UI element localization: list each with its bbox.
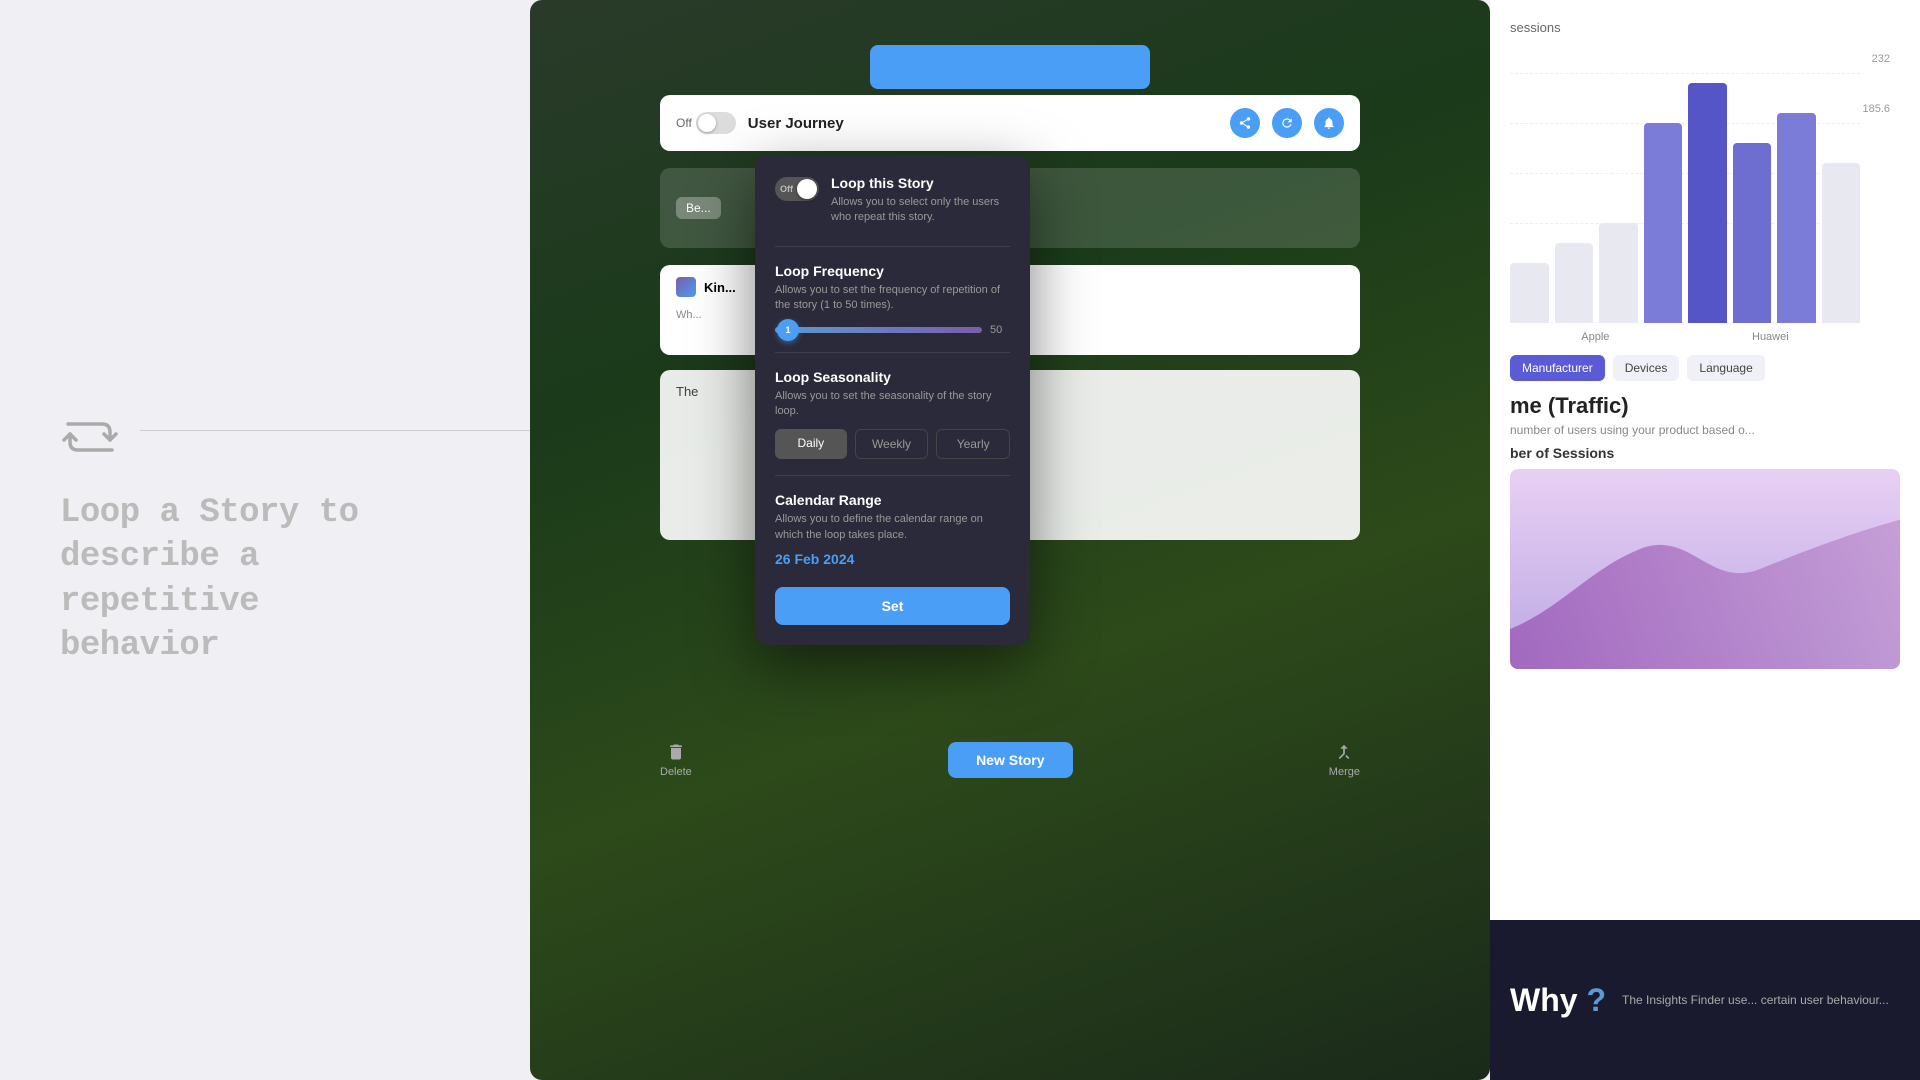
bell-icon-btn[interactable]	[1314, 108, 1344, 138]
slider-max-label: 50	[990, 324, 1010, 336]
seasonality-buttons: Daily Weekly Yearly	[775, 429, 1010, 459]
divider-3	[775, 475, 1010, 476]
toggle-thumb	[698, 114, 716, 132]
y-axis-mid: 185.6	[1862, 103, 1890, 115]
top-action-button[interactable]	[870, 45, 1150, 89]
traffic-description: number of users using your product based…	[1510, 423, 1900, 437]
grid-line-1	[1510, 73, 1860, 74]
bar-8	[1822, 163, 1861, 323]
bar-6	[1733, 143, 1772, 323]
user-journey-bar: Off User Journey	[660, 95, 1360, 151]
loop-this-story-desc: Allows you to select only the users who …	[831, 195, 1010, 226]
tab-language-label: Language	[1699, 361, 1752, 375]
calendar-range-desc: Allows you to define the calendar range …	[775, 512, 1010, 543]
why-section: Why ? The Insights Finder use... certain…	[1490, 920, 1920, 1080]
kinsta-name: Kin...	[704, 280, 736, 295]
loop-this-story-title: Loop this Story	[831, 175, 1010, 191]
toggle-off-label: Off	[676, 116, 692, 130]
chart-x-labels: Apple Huawei	[1510, 331, 1860, 343]
refresh-icon-btn[interactable]	[1272, 108, 1302, 138]
delete-label: Delete	[660, 766, 692, 778]
story-pill[interactable]: Be...	[676, 197, 721, 219]
loop-seasonality-section: Loop Seasonality Allows you to set the s…	[775, 369, 1010, 460]
loop-frequency-slider[interactable]: 1	[775, 327, 982, 333]
tab-manufacturer[interactable]: Manufacturer	[1510, 355, 1605, 381]
tab-row: Manufacturer Devices Language	[1510, 355, 1900, 381]
loop-this-story-section: Off Loop this Story Allows you to select…	[775, 175, 1010, 226]
season-weekly-button[interactable]: Weekly	[855, 429, 929, 459]
tab-devices[interactable]: Devices	[1613, 355, 1680, 381]
calendar-date[interactable]: 26 Feb 2024	[775, 551, 1010, 567]
toggle-track[interactable]	[696, 112, 736, 134]
story-pill-label: Be...	[686, 201, 711, 215]
kinsta-description: Wh...	[676, 309, 702, 321]
analytics-panel: sessions 232 185.6 Apple Huawei Ma	[1490, 0, 1920, 1080]
bar-1	[1510, 263, 1549, 323]
why-description: The Insights Finder use... certain user …	[1622, 991, 1889, 1009]
loop-slider-row: 1 50	[775, 324, 1010, 336]
bar-3	[1599, 223, 1638, 323]
sessions-sub-label: ber of Sessions	[1510, 445, 1900, 461]
why-text-main: Why	[1510, 982, 1586, 1018]
tab-manufacturer-label: Manufacturer	[1522, 361, 1593, 375]
calendar-range-section: Calendar Range Allows you to define the …	[775, 492, 1010, 567]
top-bar	[730, 45, 1290, 95]
loop-toggle-area[interactable]: Off	[775, 177, 819, 201]
season-daily-button[interactable]: Daily	[775, 429, 847, 459]
loop-frequency-title: Loop Frequency	[775, 263, 1010, 279]
divider-2	[775, 352, 1010, 353]
loop-frequency-desc: Allows you to set the frequency of repet…	[775, 283, 1010, 314]
y-axis-top: 232	[1872, 53, 1890, 65]
set-button[interactable]: Set	[775, 587, 1010, 625]
title-line-2: describe a repetitive	[60, 538, 259, 620]
loop-toggle-track[interactable]: Off	[775, 177, 819, 201]
season-yearly-button[interactable]: Yearly	[936, 429, 1010, 459]
user-journey-title: User Journey	[748, 115, 1218, 132]
bottom-chart-curve	[1510, 509, 1900, 669]
repeat-icon-container	[60, 412, 470, 467]
kinsta-logo	[676, 277, 696, 297]
card-text: The	[676, 384, 698, 399]
slider-thumb: 1	[777, 319, 799, 341]
loop-seasonality-desc: Allows you to set the seasonality of the…	[775, 389, 1010, 420]
loop-frequency-section: Loop Frequency Allows you to set the fre…	[775, 263, 1010, 336]
title-line-1: Loop a Story to	[60, 494, 359, 532]
bar-2	[1555, 243, 1594, 323]
loop-this-story-text: Loop this Story Allows you to select onl…	[831, 175, 1010, 226]
title-line-3: behavior	[60, 627, 219, 665]
bottom-action-bar: Delete New Story Merge	[660, 725, 1360, 795]
repeat-icon	[60, 412, 120, 462]
journey-toggle[interactable]: Off	[676, 112, 736, 134]
bar-7	[1777, 113, 1816, 323]
why-question-mark: ?	[1586, 982, 1606, 1018]
bar-chart-container: 232 185.6 Apple Huawei	[1510, 43, 1900, 343]
calendar-range-title: Calendar Range	[775, 492, 1010, 508]
loop-toggle-thumb	[797, 179, 817, 199]
chart-label-huawei: Huawei	[1752, 331, 1789, 343]
new-story-button[interactable]: New Story	[948, 742, 1072, 778]
merge-label: Merge	[1329, 766, 1360, 778]
feature-description: Loop a Story to describe a repetitive be…	[60, 491, 470, 668]
share-icon-btn[interactable]	[1230, 108, 1260, 138]
bar-4	[1644, 123, 1683, 323]
loop-popup: Off Loop this Story Allows you to select…	[755, 155, 1030, 645]
delete-button[interactable]: Delete	[660, 742, 692, 778]
traffic-title: me (Traffic)	[1510, 393, 1900, 419]
bar-chart	[1510, 83, 1860, 323]
sessions-label: sessions	[1510, 20, 1900, 35]
loop-toggle-label: Off	[780, 184, 793, 194]
tab-devices-label: Devices	[1625, 361, 1668, 375]
merge-button[interactable]: Merge	[1329, 742, 1360, 778]
loop-seasonality-title: Loop Seasonality	[775, 369, 1010, 385]
bottom-chart-area	[1510, 469, 1900, 669]
section-divider	[140, 430, 530, 431]
why-label: Why ?	[1510, 982, 1606, 1019]
chart-label-apple: Apple	[1581, 331, 1609, 343]
divider-1	[775, 246, 1010, 247]
bar-5	[1688, 83, 1727, 323]
left-panel: Loop a Story to describe a repetitive be…	[0, 0, 530, 1080]
main-ui-panel: Off User Journey Be... Kin... Wh... The	[530, 0, 1490, 1080]
tab-language[interactable]: Language	[1687, 355, 1764, 381]
